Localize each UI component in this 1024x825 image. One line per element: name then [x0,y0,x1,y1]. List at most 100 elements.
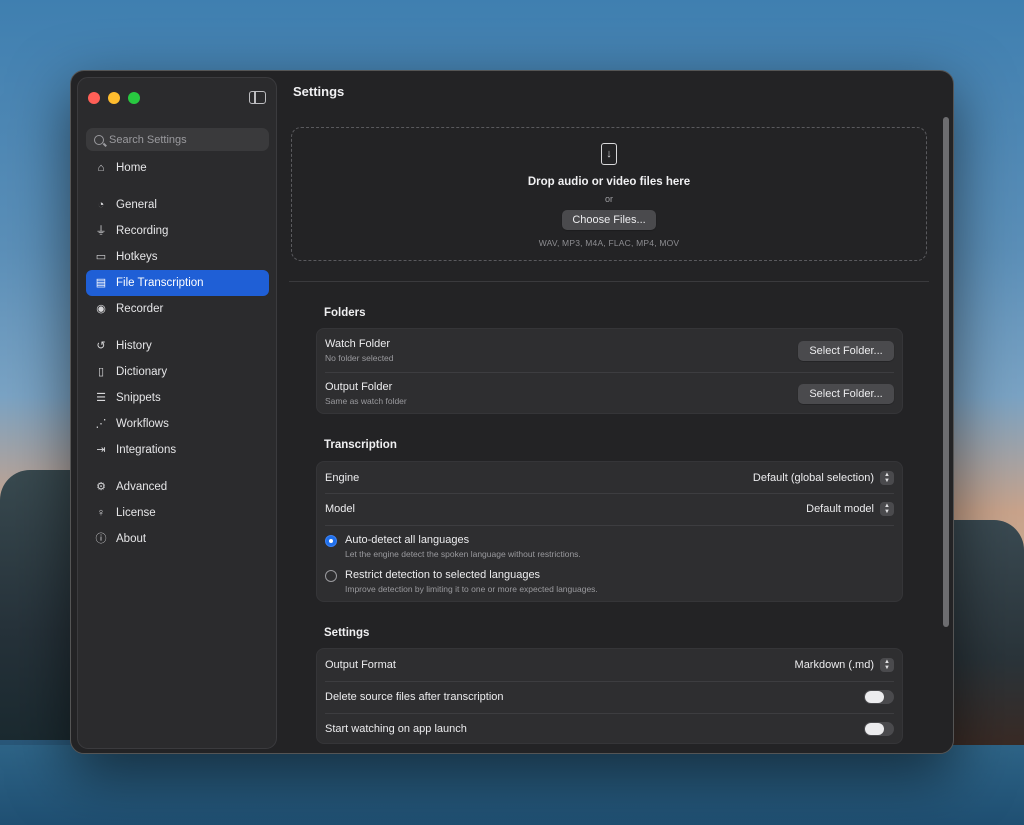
backdrop-cliff-right [944,520,1024,750]
sidebar-item-home[interactable]: ⌂ Home [86,155,269,181]
folders-group: Watch Folder No folder selected Select F… [316,328,903,414]
sidebar-item-workflows[interactable]: ⋰ Workflows [86,411,269,437]
file-dropzone[interactable]: ↓ Drop audio or video files here or Choo… [291,127,927,261]
book-icon: ▯ [97,365,105,378]
auto-detect-radio[interactable] [325,535,337,547]
sidebar-item-label: General [116,199,157,211]
search-icon [94,134,104,145]
search-input[interactable]: Search Settings [86,128,269,151]
output-format-value: Markdown (.md) [794,659,874,671]
restrict-detection-option[interactable]: Restrict detection to selected languages… [325,569,598,594]
output-folder-select-button[interactable]: Select Folder... [798,383,894,404]
delete-source-row: Delete source files after transcription [317,681,902,713]
auto-detect-subtitle: Let the engine detect the spoken languag… [345,549,581,559]
chevron-updown-icon: ▲ ▼ [880,502,894,516]
transcription-group: Engine Default (global selection) ▲ ▼ Mod… [316,461,903,602]
sidebar: Search Settings ⌂ Home ◔ General ⏚ Recor… [77,77,277,749]
delete-source-label: Delete source files after transcription [325,691,504,703]
start-watching-label: Start watching on app launch [325,722,467,735]
sidebar-item-dictionary[interactable]: ▯ Dictionary [86,359,269,385]
output-folder-row: Output Folder Same as watch folder Selec… [317,372,902,415]
watch-folder-subtitle: No folder selected [325,353,394,363]
watch-folder-title: Watch Folder [325,338,391,350]
sidebar-nav: ⌂ Home ◔ General ⏚ Recording ▭ Hotkeys ▤… [86,155,269,552]
dropzone-or: or [604,194,613,204]
sidebar-item-label: Integrations [116,444,177,456]
home-icon: ⌂ [97,161,105,174]
engine-label: Engine [325,471,360,484]
sidebar-item-label: Recorder [116,303,164,315]
chevron-updown-icon: ▲ ▼ [880,470,894,485]
sidebar-item-recording[interactable]: ⏚ Recording [86,218,269,244]
sidebar-item-label: History [116,340,152,352]
sidebar-item-label: License [116,507,156,519]
sidebar-item-hotkeys[interactable]: ▭ Hotkeys [86,244,269,270]
start-watching-toggle[interactable] [864,721,894,736]
sidebar-item-snippets[interactable]: ☰ Snippets [86,385,269,411]
settings-window: Search Settings ⌂ Home ◔ General ⏚ Recor… [70,70,954,754]
sidebar-item-label: File Transcription [116,277,204,289]
document-icon: ▤ [95,276,107,289]
engine-select[interactable]: Default (global selection) ▲ ▼ [753,470,894,485]
sidebar-item-label: Hotkeys [116,251,158,263]
sidebar-item-about[interactable]: ⓘ About [86,526,269,552]
output-folder-subtitle: Same as watch folder [325,396,407,406]
watch-folder-row: Watch Folder No folder selected Select F… [317,329,902,372]
history-icon: ↺ [96,339,106,352]
settings-group: Output Format Markdown (.md) ▲ ▼ Delete s… [316,648,903,744]
search-placeholder: Search Settings [109,133,187,146]
sidebar-item-general[interactable]: ◔ General [86,192,269,218]
sidebar-item-label: Recording [116,225,169,237]
sidebar-item-file-transcription[interactable]: ▤ File Transcription [86,270,269,296]
sidebar-item-label: About [116,533,147,545]
file-download-icon: ↓ [601,143,617,165]
supported-formats: WAV, MP3, M4A, FLAC, MP4, MOV [538,238,680,248]
sidebar-item-label: Home [116,162,147,174]
auto-detect-title: Auto-detect all languages [345,534,470,546]
zoom-window-button[interactable] [128,92,140,104]
integrations-icon: ⇥ [96,443,106,456]
delete-source-toggle[interactable] [864,690,894,704]
snippets-icon: ☰ [96,391,106,404]
sidebar-toggle-icon[interactable] [249,91,266,104]
sidebar-item-integrations[interactable]: ⇥ Integrations [86,437,269,463]
close-window-button[interactable] [88,92,100,104]
sidebar-item-advanced[interactable]: ⚙ Advanced [86,474,269,500]
keyboard-icon: ▭ [95,250,107,263]
model-select[interactable]: Default model ▲ ▼ [806,502,894,516]
general-icon: ◔ [97,198,105,211]
sidebar-item-license[interactable]: ♀ License [86,500,269,526]
sidebar-item-recorder[interactable]: ◉ Recorder [86,296,269,322]
restrict-detection-subtitle: Improve detection by limiting it to one … [345,584,598,594]
restrict-detection-radio[interactable] [325,570,337,582]
main-content: Settings ↓ Drop audio or video files her… [285,71,953,753]
sidebar-item-history[interactable]: ↺ History [86,333,269,359]
output-format-label: Output Format [325,659,396,671]
backdrop-cliff-left [0,470,80,740]
watch-folder-select-button[interactable]: Select Folder... [798,340,894,361]
folders-section-title: Folders [324,307,366,319]
sidebar-item-label: Workflows [116,418,169,430]
divider [289,281,929,282]
engine-row: Engine Default (global selection) ▲ ▼ [317,462,902,493]
output-folder-title: Output Folder [325,381,393,393]
output-format-select[interactable]: Markdown (.md) ▲ ▼ [795,658,894,672]
page-title: Settings [293,84,345,99]
sidebar-item-label: Dictionary [116,366,168,378]
info-icon: ⓘ [95,532,107,545]
minimize-window-button[interactable] [108,92,120,104]
choose-files-button[interactable]: Choose Files... [562,210,656,230]
transcription-section-title: Transcription [324,439,397,451]
scrollbar[interactable] [943,117,949,627]
auto-detect-option[interactable]: Auto-detect all languages Let the engine… [325,534,581,559]
microphone-icon: ⏚ [95,224,107,237]
dropzone-title: Drop audio or video files here [527,176,691,188]
key-icon: ♀ [96,506,106,519]
model-label: Model [325,503,355,515]
model-value: Default model [806,503,874,515]
gears-icon: ⚙ [96,480,106,493]
chevron-updown-icon: ▲ ▼ [880,658,894,672]
restrict-detection-title: Restrict detection to selected languages [345,569,541,581]
start-watching-row: Start watching on app launch [317,713,902,744]
traffic-lights [88,92,140,104]
